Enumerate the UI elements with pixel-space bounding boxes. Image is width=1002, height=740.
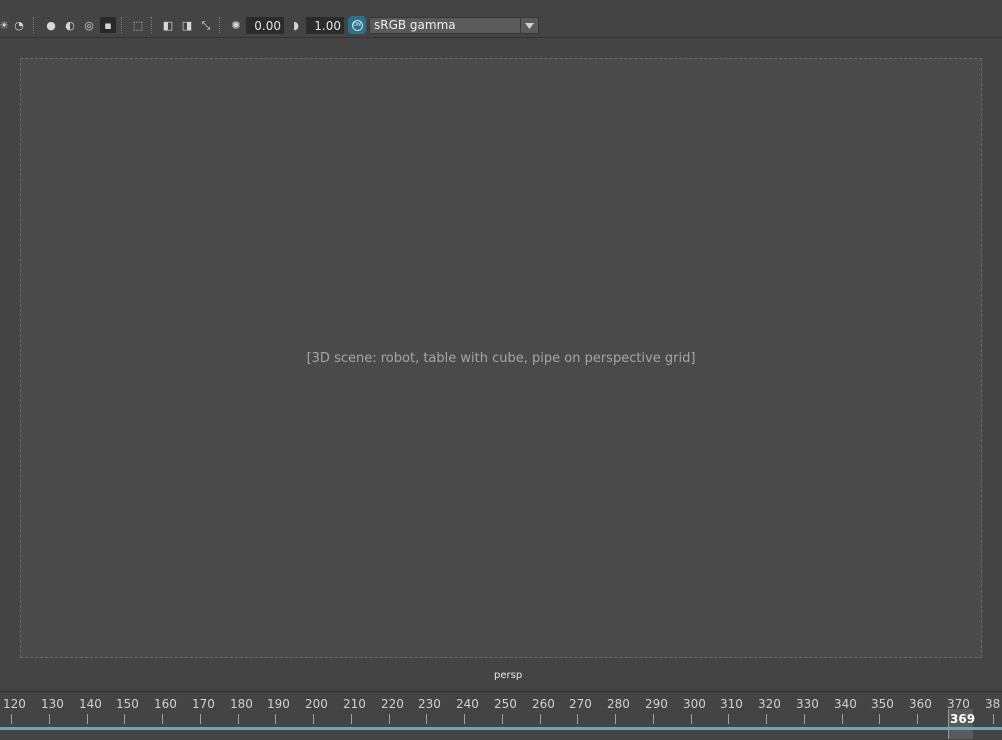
ambient-occlusion-icon[interactable]: ◎ — [81, 17, 97, 33]
color-space-dropdown[interactable]: sRGB gamma — [369, 17, 539, 34]
scene-placeholder: [3D scene: robot, table with cube, pipe … — [20, 58, 982, 658]
toolbar-separator — [219, 17, 221, 33]
timeline-tick — [464, 714, 465, 724]
timeline-tick-label: 130 — [41, 697, 64, 711]
resolution-gate-icon[interactable]: ⤡ — [198, 17, 214, 33]
timeline-tick-label: 240 — [456, 697, 479, 711]
chevron-down-icon[interactable] — [520, 18, 538, 33]
perspective-viewport[interactable]: [3D scene: robot, table with cube, pipe … — [0, 38, 1002, 688]
timeline-tick — [728, 714, 729, 724]
timeline-tick-label: 340 — [834, 697, 857, 711]
color-space-label: sRGB gamma — [374, 18, 456, 32]
camera-label: persp — [494, 670, 523, 681]
exposure-icon[interactable]: ✺ — [228, 17, 244, 33]
timeline-range-bar — [0, 727, 1002, 730]
timeline-tick-label: 160 — [154, 697, 177, 711]
timeline-tick-label: 190 — [267, 697, 290, 711]
timeline-tick — [351, 714, 352, 724]
motion-blur-icon[interactable]: ▪ — [100, 17, 116, 33]
timeline-tick — [275, 714, 276, 724]
shadow-icon[interactable]: ● — [43, 17, 59, 33]
timeline-tick-label: 120 — [3, 697, 26, 711]
timeline-tick-label: 220 — [381, 697, 404, 711]
timeline-tick-label: 330 — [796, 697, 819, 711]
timeline-tick — [540, 714, 541, 724]
timeline-tick — [993, 714, 994, 724]
exposure-field[interactable]: 0.00 — [246, 17, 284, 34]
viewport-toolbar: ☀ ◔ ● ◐ ◎ ▪ ⬚ ◧ ◨ ⤡ ✺ 0.00 ◗ 1.00 ON sRG… — [0, 0, 1002, 38]
timeline-tick — [49, 714, 50, 724]
color-management-on-icon: ON — [351, 19, 363, 31]
timeline-tick — [577, 714, 578, 724]
timeline-tick — [691, 714, 692, 724]
timeline-tick-label: 250 — [494, 697, 517, 711]
current-frame-label: 369 — [950, 712, 976, 726]
timeline-tick-label: 230 — [418, 697, 441, 711]
timeline-tick-label: 320 — [758, 697, 781, 711]
toolbar-separator — [151, 17, 153, 33]
timeline-tick-label: 350 — [871, 697, 894, 711]
time-slider[interactable]: 120 130 140 150 160 170 180 190 200 210 220 230 240 2… — [0, 691, 1002, 740]
timeline-tick-label: 270 — [569, 697, 592, 711]
timeline-tick — [87, 714, 88, 724]
timeline-tick-label: 210 — [343, 697, 366, 711]
toolbar-separator — [121, 17, 123, 33]
timeline-tick-label: 280 — [607, 697, 630, 711]
shaded-sphere-icon[interactable]: ◐ — [62, 17, 78, 33]
timeline-tick-label: 170 — [192, 697, 215, 711]
timeline-tick — [917, 714, 918, 724]
timeline-tick — [653, 714, 654, 724]
timeline-tick — [502, 714, 503, 724]
lights-icon[interactable]: ◔ — [10, 17, 28, 33]
timeline-tick — [766, 714, 767, 724]
xray-joints-icon[interactable]: ◨ — [179, 17, 195, 33]
timeline-tick-label: 260 — [532, 697, 555, 711]
isolate-select-icon[interactable]: ⬚ — [130, 17, 146, 33]
light-bulb-icon[interactable]: ☀ — [0, 17, 9, 33]
timeline-tick — [162, 714, 163, 724]
timeline-tick-label: 180 — [230, 697, 253, 711]
timeline-tick — [615, 714, 616, 724]
timeline-tick — [389, 714, 390, 724]
gamma-field[interactable]: 1.00 — [306, 17, 344, 34]
timeline-tick — [842, 714, 843, 724]
timeline-tick-label: 200 — [305, 697, 328, 711]
gamma-icon[interactable]: ◗ — [290, 17, 302, 33]
toolbar-separator — [33, 17, 35, 33]
timeline-tick-label: 310 — [720, 697, 743, 711]
timeline-tick-label: 300 — [683, 697, 706, 711]
timeline-tick — [879, 714, 880, 724]
xray-icon[interactable]: ◧ — [160, 17, 176, 33]
timeline-tick-label: 38 — [985, 697, 1001, 711]
timeline-tick — [313, 714, 314, 724]
timeline-tick — [11, 714, 12, 724]
timeline-tick — [200, 714, 201, 724]
timeline-tick — [238, 714, 239, 724]
timeline-tick-label: 290 — [645, 697, 668, 711]
timeline-tick — [124, 714, 125, 724]
timeline-tick-label: 150 — [116, 697, 139, 711]
timeline-tick-label: 360 — [909, 697, 932, 711]
timeline-tick-label: 140 — [79, 697, 102, 711]
timeline-tick — [804, 714, 805, 724]
timeline-tick — [426, 714, 427, 724]
color-management-toggle[interactable]: ON — [348, 16, 366, 34]
